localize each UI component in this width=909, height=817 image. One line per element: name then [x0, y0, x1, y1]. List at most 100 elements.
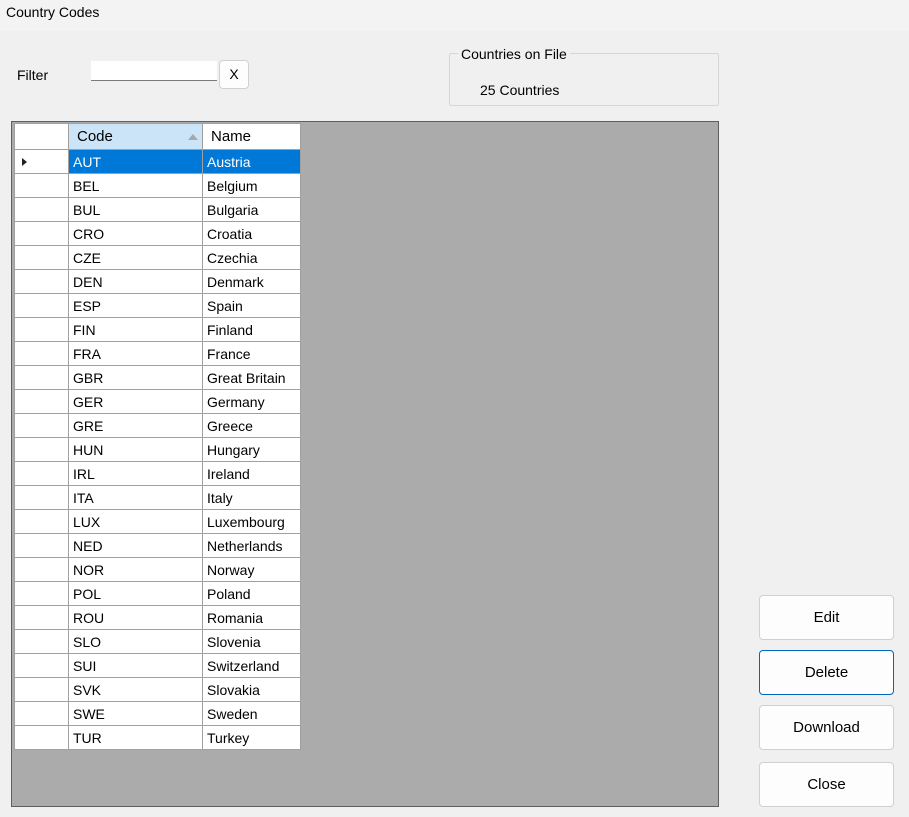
cell-code[interactable]: BEL	[68, 173, 203, 198]
row-header[interactable]	[14, 725, 69, 750]
cell-code[interactable]: TUR	[68, 725, 203, 750]
cell-code[interactable]: BUL	[68, 197, 203, 222]
cell-code[interactable]: GRE	[68, 413, 203, 438]
row-header[interactable]	[14, 413, 69, 438]
row-header[interactable]	[14, 317, 69, 342]
row-header[interactable]	[14, 701, 69, 726]
table-row[interactable]: FRA France	[14, 341, 301, 366]
row-header[interactable]	[14, 269, 69, 294]
table-row[interactable]: GER Germany	[14, 389, 301, 414]
row-header[interactable]	[14, 461, 69, 486]
cell-name[interactable]: Spain	[202, 293, 301, 318]
cell-code[interactable]: GBR	[68, 365, 203, 390]
country-grid[interactable]: Code Name AUT Austria BEL Belgium BUL Bulgari…	[11, 121, 719, 807]
column-header-code[interactable]: Code	[68, 123, 203, 150]
table-row[interactable]: GBR Great Britain	[14, 365, 301, 390]
cell-name[interactable]: Slovakia	[202, 677, 301, 702]
row-header[interactable]	[14, 485, 69, 510]
cell-code[interactable]: ROU	[68, 605, 203, 630]
row-header[interactable]	[14, 341, 69, 366]
cell-code[interactable]: POL	[68, 581, 203, 606]
cell-code[interactable]: ESP	[68, 293, 203, 318]
row-header-corner[interactable]	[14, 123, 69, 150]
cell-code[interactable]: LUX	[68, 509, 203, 534]
row-header[interactable]	[14, 557, 69, 582]
table-row[interactable]: LUX Luxembourg	[14, 509, 301, 534]
table-row[interactable]: CZE Czechia	[14, 245, 301, 270]
cell-code[interactable]: SWE	[68, 701, 203, 726]
cell-name[interactable]: Sweden	[202, 701, 301, 726]
cell-code[interactable]: IRL	[68, 461, 203, 486]
table-row[interactable]: GRE Greece	[14, 413, 301, 438]
cell-name[interactable]: Germany	[202, 389, 301, 414]
row-header[interactable]	[14, 173, 69, 198]
table-row[interactable]: IRL Ireland	[14, 461, 301, 486]
cell-code[interactable]: NOR	[68, 557, 203, 582]
clear-filter-button[interactable]: X	[219, 60, 249, 89]
row-header[interactable]	[14, 605, 69, 630]
table-row[interactable]: DEN Denmark	[14, 269, 301, 294]
table-row[interactable]: BEL Belgium	[14, 173, 301, 198]
cell-name[interactable]: Italy	[202, 485, 301, 510]
cell-name[interactable]: Czechia	[202, 245, 301, 270]
table-row[interactable]: AUT Austria	[14, 149, 301, 174]
cell-name[interactable]: Croatia	[202, 221, 301, 246]
delete-button[interactable]: Delete	[759, 650, 894, 695]
table-row[interactable]: ROU Romania	[14, 605, 301, 630]
row-header[interactable]	[14, 197, 69, 222]
cell-name[interactable]: Great Britain	[202, 365, 301, 390]
cell-code[interactable]: SVK	[68, 677, 203, 702]
cell-code[interactable]: FIN	[68, 317, 203, 342]
table-row[interactable]: FIN Finland	[14, 317, 301, 342]
cell-name[interactable]: Bulgaria	[202, 197, 301, 222]
edit-button[interactable]: Edit	[759, 595, 894, 640]
cell-code[interactable]: AUT	[68, 149, 203, 174]
cell-name[interactable]: Poland	[202, 581, 301, 606]
table-row[interactable]: ESP Spain	[14, 293, 301, 318]
table-row[interactable]: BUL Bulgaria	[14, 197, 301, 222]
table-row[interactable]: SLO Slovenia	[14, 629, 301, 654]
cell-code[interactable]: FRA	[68, 341, 203, 366]
cell-name[interactable]: Hungary	[202, 437, 301, 462]
cell-name[interactable]: Greece	[202, 413, 301, 438]
cell-code[interactable]: GER	[68, 389, 203, 414]
cell-name[interactable]: Denmark	[202, 269, 301, 294]
cell-code[interactable]: DEN	[68, 269, 203, 294]
cell-name[interactable]: Luxembourg	[202, 509, 301, 534]
table-row[interactable]: SUI Switzerland	[14, 653, 301, 678]
cell-code[interactable]: ITA	[68, 485, 203, 510]
cell-name[interactable]: Belgium	[202, 173, 301, 198]
cell-name[interactable]: France	[202, 341, 301, 366]
row-header[interactable]	[14, 221, 69, 246]
cell-name[interactable]: Switzerland	[202, 653, 301, 678]
table-row[interactable]: SVK Slovakia	[14, 677, 301, 702]
cell-code[interactable]: NED	[68, 533, 203, 558]
table-row[interactable]: POL Poland	[14, 581, 301, 606]
close-button[interactable]: Close	[759, 762, 894, 807]
row-header[interactable]	[14, 245, 69, 270]
cell-name[interactable]: Austria	[202, 149, 301, 174]
cell-code[interactable]: SLO	[68, 629, 203, 654]
row-header[interactable]	[14, 509, 69, 534]
column-header-name[interactable]: Name	[202, 123, 301, 150]
row-header[interactable]	[14, 149, 69, 174]
row-header[interactable]	[14, 629, 69, 654]
download-button[interactable]: Download	[759, 705, 894, 750]
table-row[interactable]: NOR Norway	[14, 557, 301, 582]
table-row[interactable]: TUR Turkey	[14, 725, 301, 750]
cell-code[interactable]: HUN	[68, 437, 203, 462]
cell-name[interactable]: Turkey	[202, 725, 301, 750]
row-header[interactable]	[14, 677, 69, 702]
row-header[interactable]	[14, 389, 69, 414]
table-row[interactable]: ITA Italy	[14, 485, 301, 510]
row-header[interactable]	[14, 365, 69, 390]
cell-name[interactable]: Netherlands	[202, 533, 301, 558]
row-header[interactable]	[14, 533, 69, 558]
row-header[interactable]	[14, 581, 69, 606]
table-row[interactable]: SWE Sweden	[14, 701, 301, 726]
table-row[interactable]: HUN Hungary	[14, 437, 301, 462]
table-row[interactable]: NED Netherlands	[14, 533, 301, 558]
row-header[interactable]	[14, 437, 69, 462]
cell-code[interactable]: CRO	[68, 221, 203, 246]
row-header[interactable]	[14, 293, 69, 318]
